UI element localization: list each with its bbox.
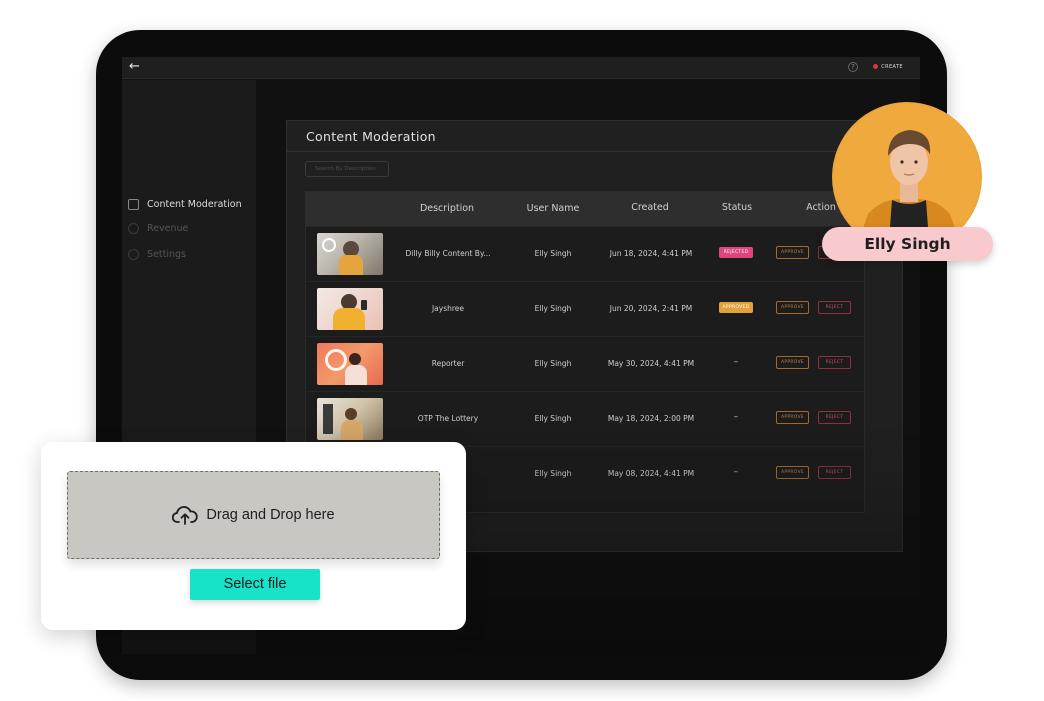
description-cell: Dilly Billy Content By... (405, 249, 491, 258)
grid-icon (128, 198, 139, 210)
status-badge: REJECTED (719, 247, 753, 258)
column-header-status: Status (721, 202, 753, 213)
file-dropzone[interactable]: Drag and Drop here (67, 471, 440, 559)
sidebar-item-label: Revenue (147, 222, 189, 234)
status-badge: – (733, 357, 739, 367)
description-cell: Jayshree (431, 304, 465, 313)
user-name-cell: Elly Singh (534, 469, 572, 478)
reject-button[interactable]: REJECT (818, 411, 851, 424)
coin-icon (128, 222, 139, 234)
gear-icon (128, 248, 139, 260)
back-arrow-icon[interactable]: ← (129, 59, 140, 75)
dropzone-label: Drag and Drop here (206, 507, 335, 523)
sidebar-item-revenue[interactable]: Revenue (128, 221, 188, 235)
table-row: Reporter Elly Singh May 30, 2024, 4:41 P… (306, 336, 864, 391)
sidebar-item-settings[interactable]: Settings (128, 247, 186, 261)
approve-button[interactable]: APPROVE (776, 356, 809, 369)
created-cell: Jun 20, 2024, 2:41 PM (609, 304, 693, 313)
content-thumbnail[interactable] (317, 398, 383, 440)
created-cell: Jun 18, 2024, 4:41 PM (609, 249, 693, 258)
created-cell: May 08, 2024, 4:41 PM (607, 469, 695, 478)
reject-button[interactable]: REJECT (818, 356, 851, 369)
content-thumbnail[interactable] (317, 233, 383, 275)
table-row: Jayshree Elly Singh Jun 20, 2024, 2:41 P… (306, 281, 864, 336)
approve-button[interactable]: APPROVE (776, 466, 809, 479)
marketing-stage: ← ? CREATE Content Moderation Revenue Se… (0, 0, 1044, 701)
record-dot-icon (873, 64, 879, 69)
create-button[interactable]: CREATE (868, 61, 908, 74)
search-input[interactable]: Search By Description (305, 161, 389, 177)
table-header: Description User Name Created Status Act… (306, 192, 864, 226)
sidebar-item-content-moderation[interactable]: Content Moderation (128, 197, 242, 211)
table-row: Dilly Billy Content By... Elly Singh Jun… (306, 226, 864, 281)
table-row: OTP The Lottery Elly Singh May 18, 2024,… (306, 391, 864, 446)
top-bar: ← ? CREATE (122, 57, 920, 79)
column-header-description: Description (419, 203, 475, 214)
description-cell: Reporter (431, 359, 465, 368)
help-icon[interactable]: ? (848, 62, 858, 72)
reject-button[interactable]: REJECT (818, 301, 851, 314)
column-header-created: Created (631, 202, 669, 213)
created-cell: May 30, 2024, 4:41 PM (607, 359, 695, 368)
user-name-cell: Elly Singh (534, 359, 572, 368)
status-badge: – (733, 412, 739, 422)
user-name-cell: Elly Singh (534, 249, 572, 258)
divider (287, 151, 902, 152)
page-title: Content Moderation (306, 129, 436, 144)
upload-card: Drag and Drop here Select file (41, 442, 466, 630)
sidebar-item-label: Content Moderation (147, 198, 242, 210)
description-cell: OTP The Lottery (417, 414, 479, 423)
user-name-cell: Elly Singh (534, 304, 572, 313)
select-file-button[interactable]: Select file (190, 569, 320, 600)
profile-name-chip: Elly Singh (822, 227, 993, 261)
approve-button[interactable]: APPROVE (776, 246, 809, 259)
status-badge: APPROVED (719, 302, 753, 313)
reject-button[interactable]: REJECT (818, 466, 851, 479)
column-header-user-name: User Name (526, 203, 580, 214)
approve-button[interactable]: APPROVE (776, 301, 809, 314)
content-thumbnail[interactable] (317, 343, 383, 385)
user-name-cell: Elly Singh (534, 414, 572, 423)
created-cell: May 18, 2024, 2:00 PM (607, 414, 695, 423)
approve-button[interactable]: APPROVE (776, 411, 809, 424)
status-badge: – (733, 467, 739, 477)
sidebar-item-label: Settings (147, 248, 186, 260)
cloud-upload-icon (172, 506, 199, 525)
create-button-label: CREATE (881, 64, 903, 70)
content-thumbnail[interactable] (317, 288, 383, 330)
